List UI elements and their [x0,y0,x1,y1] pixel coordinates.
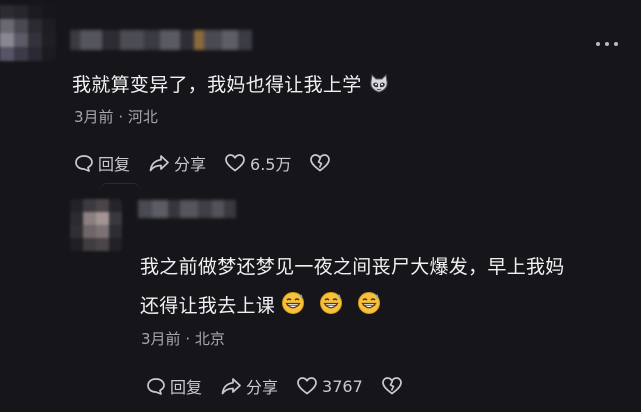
like-count: 6.5万 [250,155,292,174]
reply-text-line1: 我之前做梦还梦见一夜之间丧尸大爆发，早上我妈 [140,256,565,278]
heart-icon [297,377,317,395]
timestamp: 3月前 [141,330,181,348]
like-count: 3767 [322,376,363,396]
comment-text: 我就算变异了，我妈也得让我上学 [72,72,390,101]
timestamp: 3月前 [74,108,114,126]
cat-face-icon [368,73,390,101]
grinning-sweat-icon [319,291,343,322]
location: 北京 [194,330,225,348]
reply-bubble-icon [147,378,165,395]
location: 河北 [127,108,158,126]
grinning-sweat-icon [357,291,381,322]
reply-actions: 回复 分享 3767 [146,374,407,398]
broken-heart-icon [310,154,331,172]
meta-separator: · [180,330,195,348]
reply-connector [100,183,140,190]
dislike-button[interactable] [309,153,335,173]
reply-bubble-icon [75,155,93,172]
like-button[interactable]: 3767 [296,376,363,396]
reply-label: 回复 [170,378,203,397]
reply-button[interactable]: 回复 [146,374,202,398]
comment-meta: 3月前 · 河北 [74,106,158,127]
like-button[interactable]: 6.5万 [224,151,291,175]
reply-username-blurred[interactable] [138,200,236,218]
grinning-sweat-icon [281,291,305,322]
more-dots-icon[interactable] [596,40,618,48]
meta-separator: · [113,108,128,126]
share-button[interactable]: 分享 [220,374,278,398]
reply-meta: 3月前 · 北京 [141,328,225,349]
dislike-button[interactable] [381,376,407,396]
avatar[interactable] [0,5,56,61]
reply-text-line2: 还得让我去上课 [140,291,381,322]
comment-thread: 我就算变异了，我妈也得让我上学 3月前 · 河北 回复 分享 6.5万 我之前做… [0,0,641,412]
comment-actions: 回复 分享 6.5万 [74,151,335,175]
share-arrow-icon [149,155,169,172]
share-arrow-icon [221,378,241,395]
share-label: 分享 [174,155,207,174]
reply-avatar[interactable] [70,199,122,251]
reply-label: 回复 [98,155,131,174]
share-label: 分享 [246,378,279,397]
broken-heart-icon [381,377,402,395]
reply-button[interactable]: 回复 [74,151,130,175]
heart-icon [225,154,245,172]
username-blurred[interactable] [70,30,252,50]
share-button[interactable]: 分享 [148,151,206,175]
